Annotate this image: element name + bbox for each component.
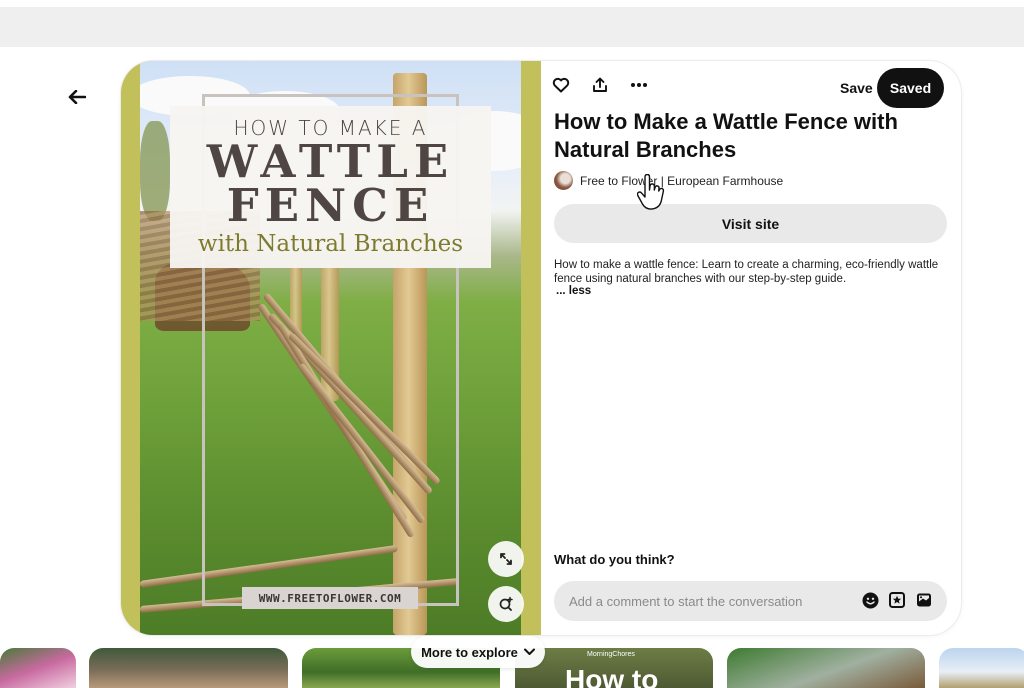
thumbnail-title: How to xyxy=(565,664,659,688)
visit-site-button[interactable]: Visit site xyxy=(554,204,947,243)
explore-thumbnail[interactable] xyxy=(0,648,76,688)
comments-heading: What do you think? xyxy=(554,552,675,567)
emoji-icon xyxy=(862,592,878,608)
pin-description: How to make a wattle fence: Learn to cre… xyxy=(554,259,939,285)
emoji-button[interactable] xyxy=(861,591,879,609)
comment-tools xyxy=(861,591,933,609)
heart-icon xyxy=(552,77,570,93)
thumbnail-brand: MorningChores xyxy=(587,651,635,658)
like-button[interactable] xyxy=(551,75,571,95)
pin-image: HOW TO MAKE A WATTLE FENCE with Natural … xyxy=(140,61,521,635)
explore-thumbnail[interactable] xyxy=(727,648,925,688)
image-text-line3: FENCE xyxy=(226,179,435,232)
explore-thumbnail[interactable] xyxy=(939,648,1024,688)
image-title-overlay: HOW TO MAKE A WATTLE FENCE with Natural … xyxy=(170,106,491,268)
action-bar xyxy=(551,75,649,95)
expand-icon xyxy=(500,553,512,565)
pin-source[interactable]: Free to Flower | European Farmhouse xyxy=(554,171,783,190)
image-url-label: WWW.FREETOFLOWER.COM xyxy=(242,587,418,609)
top-bar xyxy=(0,7,1024,47)
chevron-down-icon xyxy=(523,648,535,655)
more-options-button[interactable] xyxy=(629,75,649,95)
comment-input[interactable] xyxy=(569,593,849,609)
share-button[interactable] xyxy=(590,75,610,95)
show-less-link[interactable]: ... less xyxy=(556,285,591,297)
pin-details: Save Saved How to Make a Wattle Fence wi… xyxy=(541,61,961,635)
comment-box[interactable] xyxy=(554,581,947,621)
back-button[interactable] xyxy=(62,84,92,110)
board-save-label[interactable]: Save xyxy=(840,80,873,96)
explore-thumbnail[interactable] xyxy=(89,648,288,688)
expand-button[interactable] xyxy=(488,541,524,577)
pin-card: HOW TO MAKE A WATTLE FENCE with Natural … xyxy=(121,61,961,635)
image-text-line2: WATTLE xyxy=(206,135,455,188)
more-to-explore-button[interactable]: More to explore xyxy=(411,636,545,668)
visual-search-button[interactable] xyxy=(488,586,524,622)
pin-media[interactable]: HOW TO MAKE A WATTLE FENCE with Natural … xyxy=(121,61,541,635)
image-text-line4: with Natural Branches xyxy=(197,231,464,257)
image-upload-button[interactable] xyxy=(915,591,933,609)
visual-search-icon xyxy=(499,596,513,611)
share-icon xyxy=(593,77,607,92)
sticker-button[interactable] xyxy=(888,591,906,609)
source-avatar[interactable] xyxy=(554,171,573,190)
more-to-explore-label: More to explore xyxy=(421,644,518,660)
source-name[interactable]: Free to Flower | European Farmhouse xyxy=(580,174,783,188)
sticker-icon xyxy=(889,592,905,608)
saved-button[interactable]: Saved xyxy=(877,68,944,108)
more-icon xyxy=(631,83,647,87)
image-icon xyxy=(917,593,931,607)
pin-title: How to Make a Wattle Fence with Natural … xyxy=(554,109,898,162)
arrow-left-icon xyxy=(68,90,86,104)
